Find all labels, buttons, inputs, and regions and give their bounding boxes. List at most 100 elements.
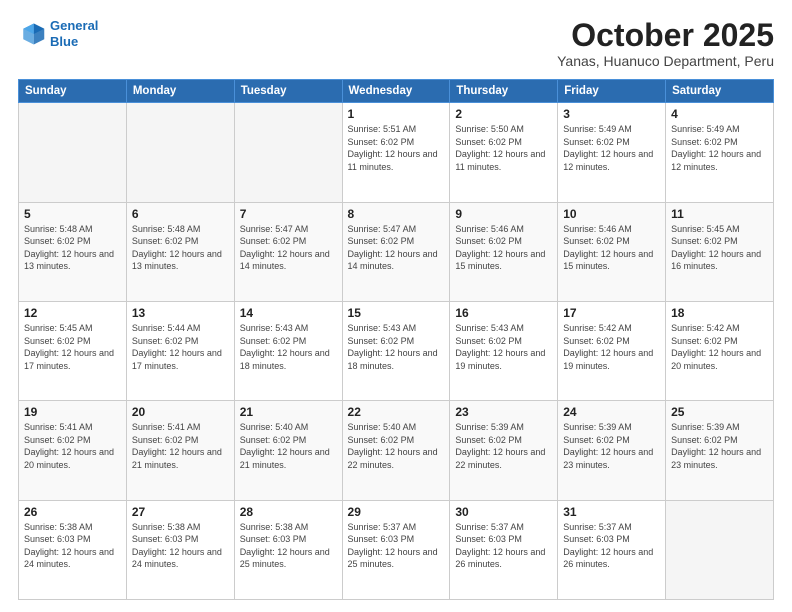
day-number: 28 [240,505,337,519]
day-number: 13 [132,306,229,320]
day-header-tuesday: Tuesday [234,80,342,103]
day-info: Sunrise: 5:41 AM Sunset: 6:02 PM Dayligh… [24,421,121,471]
day-number: 24 [563,405,660,419]
day-number: 20 [132,405,229,419]
logo: General Blue [18,18,98,49]
day-info: Sunrise: 5:40 AM Sunset: 6:02 PM Dayligh… [348,421,445,471]
calendar-cell: 22 Sunrise: 5:40 AM Sunset: 6:02 PM Dayli… [342,401,450,500]
day-number: 3 [563,107,660,121]
day-info: Sunrise: 5:51 AM Sunset: 6:02 PM Dayligh… [348,123,445,173]
day-info: Sunrise: 5:37 AM Sunset: 6:03 PM Dayligh… [348,521,445,571]
calendar-cell: 30 Sunrise: 5:37 AM Sunset: 6:03 PM Dayli… [450,500,558,599]
calendar-cell: 8 Sunrise: 5:47 AM Sunset: 6:02 PM Daylig… [342,202,450,301]
calendar-cell: 28 Sunrise: 5:38 AM Sunset: 6:03 PM Dayli… [234,500,342,599]
day-info: Sunrise: 5:44 AM Sunset: 6:02 PM Dayligh… [132,322,229,372]
day-number: 5 [24,207,121,221]
calendar-cell: 31 Sunrise: 5:37 AM Sunset: 6:03 PM Dayli… [558,500,666,599]
calendar-cell: 14 Sunrise: 5:43 AM Sunset: 6:02 PM Dayli… [234,301,342,400]
calendar-cell: 10 Sunrise: 5:46 AM Sunset: 6:02 PM Dayli… [558,202,666,301]
header-row: SundayMondayTuesdayWednesdayThursdayFrid… [19,80,774,103]
calendar-cell: 7 Sunrise: 5:47 AM Sunset: 6:02 PM Daylig… [234,202,342,301]
logo-text: General Blue [50,18,98,49]
day-number: 23 [455,405,552,419]
calendar-table: SundayMondayTuesdayWednesdayThursdayFrid… [18,79,774,600]
calendar-cell: 25Sunrise: 5:39 AM Sunset: 6:02 PM Dayli… [666,401,774,500]
day-info: Sunrise: 5:42 AM Sunset: 6:02 PM Dayligh… [563,322,660,372]
day-info: Sunrise: 5:43 AM Sunset: 6:02 PM Dayligh… [455,322,552,372]
calendar-cell [666,500,774,599]
day-info: Sunrise: 5:45 AM Sunset: 6:02 PM Dayligh… [671,223,768,273]
day-number: 1 [348,107,445,121]
day-number: 18 [671,306,768,320]
day-number: 8 [348,207,445,221]
logo-line2: Blue [50,34,78,49]
calendar-cell: 11Sunrise: 5:45 AM Sunset: 6:02 PM Dayli… [666,202,774,301]
day-info: Sunrise: 5:49 AM Sunset: 6:02 PM Dayligh… [671,123,768,173]
day-header-friday: Friday [558,80,666,103]
day-info: Sunrise: 5:43 AM Sunset: 6:02 PM Dayligh… [348,322,445,372]
day-info: Sunrise: 5:48 AM Sunset: 6:02 PM Dayligh… [132,223,229,273]
calendar-cell: 5 Sunrise: 5:48 AM Sunset: 6:02 PM Daylig… [19,202,127,301]
day-header-thursday: Thursday [450,80,558,103]
day-info: Sunrise: 5:47 AM Sunset: 6:02 PM Dayligh… [348,223,445,273]
calendar-cell: 24Sunrise: 5:39 AM Sunset: 6:02 PM Dayli… [558,401,666,500]
calendar-cell: 17 Sunrise: 5:42 AM Sunset: 6:02 PM Dayli… [558,301,666,400]
calendar-cell: 4Sunrise: 5:49 AM Sunset: 6:02 PM Daylig… [666,103,774,202]
day-info: Sunrise: 5:38 AM Sunset: 6:03 PM Dayligh… [24,521,121,571]
week-row-0: 1 Sunrise: 5:51 AM Sunset: 6:02 PM Daylig… [19,103,774,202]
calendar-cell: 23 Sunrise: 5:39 AM Sunset: 6:02 PM Dayli… [450,401,558,500]
day-info: Sunrise: 5:37 AM Sunset: 6:03 PM Dayligh… [563,521,660,571]
day-number: 31 [563,505,660,519]
calendar-cell: 27Sunrise: 5:38 AM Sunset: 6:03 PM Dayli… [126,500,234,599]
day-number: 19 [24,405,121,419]
day-number: 30 [455,505,552,519]
day-number: 9 [455,207,552,221]
day-number: 21 [240,405,337,419]
day-info: Sunrise: 5:37 AM Sunset: 6:03 PM Dayligh… [455,521,552,571]
title-area: October 2025 Yanas, Huanuco Department, … [557,18,774,69]
day-number: 2 [455,107,552,121]
day-number: 16 [455,306,552,320]
week-row-2: 12 Sunrise: 5:45 AM Sunset: 6:02 PM Dayli… [19,301,774,400]
calendar-cell [234,103,342,202]
day-number: 7 [240,207,337,221]
day-number: 15 [348,306,445,320]
calendar-cell: 9Sunrise: 5:46 AM Sunset: 6:02 PM Daylig… [450,202,558,301]
day-number: 12 [24,306,121,320]
day-info: Sunrise: 5:45 AM Sunset: 6:02 PM Dayligh… [24,322,121,372]
day-number: 29 [348,505,445,519]
day-number: 10 [563,207,660,221]
day-info: Sunrise: 5:46 AM Sunset: 6:02 PM Dayligh… [563,223,660,273]
day-number: 22 [348,405,445,419]
calendar-cell: 26 Sunrise: 5:38 AM Sunset: 6:03 PM Dayli… [19,500,127,599]
calendar-cell: 6 Sunrise: 5:48 AM Sunset: 6:02 PM Daylig… [126,202,234,301]
day-info: Sunrise: 5:40 AM Sunset: 6:02 PM Dayligh… [240,421,337,471]
day-header-monday: Monday [126,80,234,103]
day-info: Sunrise: 5:42 AM Sunset: 6:02 PM Dayligh… [671,322,768,372]
calendar-cell: 20Sunrise: 5:41 AM Sunset: 6:02 PM Dayli… [126,401,234,500]
calendar-cell: 3Sunrise: 5:49 AM Sunset: 6:02 PM Daylig… [558,103,666,202]
day-header-wednesday: Wednesday [342,80,450,103]
calendar-cell: 19 Sunrise: 5:41 AM Sunset: 6:02 PM Dayli… [19,401,127,500]
day-info: Sunrise: 5:43 AM Sunset: 6:02 PM Dayligh… [240,322,337,372]
subtitle: Yanas, Huanuco Department, Peru [557,53,774,69]
day-number: 6 [132,207,229,221]
calendar-cell: 16 Sunrise: 5:43 AM Sunset: 6:02 PM Dayli… [450,301,558,400]
day-header-sunday: Sunday [19,80,127,103]
day-number: 17 [563,306,660,320]
calendar-cell: 12 Sunrise: 5:45 AM Sunset: 6:02 PM Dayli… [19,301,127,400]
calendar-cell: 1 Sunrise: 5:51 AM Sunset: 6:02 PM Daylig… [342,103,450,202]
day-info: Sunrise: 5:38 AM Sunset: 6:03 PM Dayligh… [132,521,229,571]
logo-line1: General [50,18,98,33]
day-info: Sunrise: 5:50 AM Sunset: 6:02 PM Dayligh… [455,123,552,173]
week-row-3: 19 Sunrise: 5:41 AM Sunset: 6:02 PM Dayli… [19,401,774,500]
week-row-1: 5 Sunrise: 5:48 AM Sunset: 6:02 PM Daylig… [19,202,774,301]
day-info: Sunrise: 5:48 AM Sunset: 6:02 PM Dayligh… [24,223,121,273]
day-info: Sunrise: 5:47 AM Sunset: 6:02 PM Dayligh… [240,223,337,273]
day-info: Sunrise: 5:39 AM Sunset: 6:02 PM Dayligh… [455,421,552,471]
calendar-cell: 29 Sunrise: 5:37 AM Sunset: 6:03 PM Dayli… [342,500,450,599]
day-number: 14 [240,306,337,320]
day-number: 26 [24,505,121,519]
week-row-4: 26 Sunrise: 5:38 AM Sunset: 6:03 PM Dayli… [19,500,774,599]
day-info: Sunrise: 5:38 AM Sunset: 6:03 PM Dayligh… [240,521,337,571]
